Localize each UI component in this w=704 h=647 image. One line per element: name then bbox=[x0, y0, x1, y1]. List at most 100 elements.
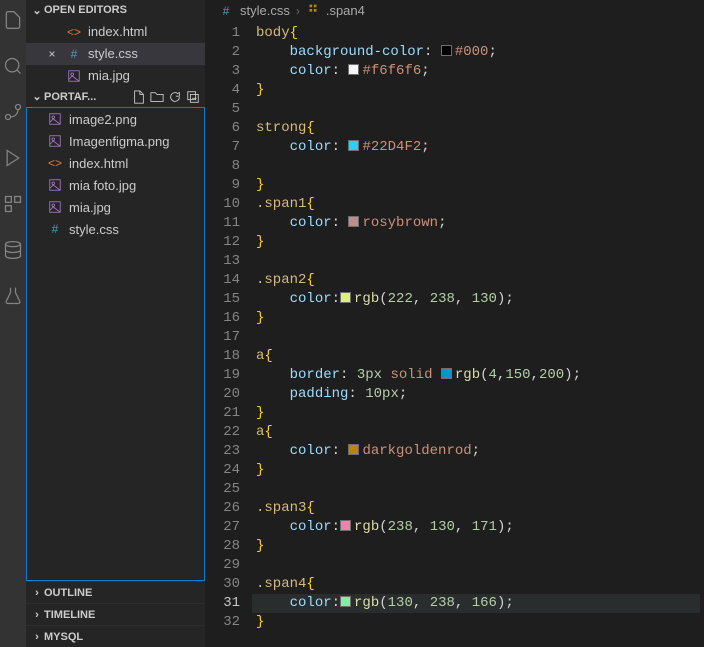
line-number: 21 bbox=[206, 404, 240, 423]
line-number: 13 bbox=[206, 252, 240, 271]
image-file-icon bbox=[47, 133, 63, 149]
file-item[interactable]: mia foto.jpg bbox=[27, 174, 204, 196]
line-number: 29 bbox=[206, 556, 240, 575]
open-editors-label: OPEN EDITORS bbox=[44, 4, 127, 16]
folder-name: PORTAF... bbox=[44, 91, 131, 103]
line-number: 22 bbox=[206, 423, 240, 442]
refresh-icon[interactable] bbox=[167, 89, 183, 105]
open-editors-header[interactable]: ⌄ OPEN EDITORS bbox=[26, 0, 205, 21]
file-name: Imagenfigma.png bbox=[69, 134, 169, 149]
image-file-icon bbox=[47, 111, 63, 127]
chevron-right-icon: › bbox=[30, 631, 44, 643]
new-file-icon[interactable] bbox=[131, 89, 147, 105]
file-item[interactable]: image2.png bbox=[27, 108, 204, 130]
open-editor-item[interactable]: ×#style.css bbox=[26, 43, 205, 65]
line-number: 7 bbox=[206, 138, 240, 157]
sidebar-bottom: › OUTLINE › TIMELINE › MYSQL bbox=[26, 581, 205, 647]
mysql-header[interactable]: › MYSQL bbox=[26, 625, 205, 647]
code-line: } bbox=[256, 537, 704, 556]
file-item[interactable]: mia.jpg bbox=[27, 196, 204, 218]
database-icon[interactable] bbox=[1, 238, 25, 262]
collapse-all-icon[interactable] bbox=[185, 89, 201, 105]
search-icon[interactable] bbox=[1, 54, 25, 78]
breadcrumb-file: style.css bbox=[240, 3, 290, 18]
open-editor-item[interactable]: <>index.html bbox=[26, 21, 205, 43]
image-file-icon bbox=[66, 68, 82, 84]
editor-area: # style.css › .span4 1234567891011121314… bbox=[206, 0, 704, 647]
source-control-icon[interactable] bbox=[1, 100, 25, 124]
code-line: background-color: #000; bbox=[256, 43, 704, 62]
line-number: 30 bbox=[206, 575, 240, 594]
line-number: 16 bbox=[206, 309, 240, 328]
mysql-label: MYSQL bbox=[44, 631, 83, 643]
chevron-right-icon: › bbox=[30, 587, 44, 599]
code-line: body{ bbox=[256, 24, 704, 43]
file-name: image2.png bbox=[69, 112, 137, 127]
code-editor[interactable]: 1234567891011121314151617181920212223242… bbox=[206, 22, 704, 647]
extensions-icon[interactable] bbox=[1, 192, 25, 216]
code-line: } bbox=[256, 176, 704, 195]
open-editors-list: <>index.html×#style.cssmia.jpg bbox=[26, 21, 205, 87]
code-line: .span3{ bbox=[256, 499, 704, 518]
code-line: .span1{ bbox=[256, 195, 704, 214]
line-number: 23 bbox=[206, 442, 240, 461]
line-gutter: 1234567891011121314151617181920212223242… bbox=[206, 22, 256, 647]
css-file-icon: # bbox=[66, 46, 82, 62]
code-line: } bbox=[256, 613, 704, 632]
outline-header[interactable]: › OUTLINE bbox=[26, 581, 205, 603]
line-number: 24 bbox=[206, 461, 240, 480]
code-line: a{ bbox=[256, 423, 704, 442]
file-name: mia foto.jpg bbox=[69, 178, 136, 193]
outline-label: OUTLINE bbox=[44, 587, 92, 599]
new-folder-icon[interactable] bbox=[149, 89, 165, 105]
line-number: 27 bbox=[206, 518, 240, 537]
file-tree: image2.png Imagenfigma.png <>index.html mia… bbox=[26, 107, 205, 581]
line-number: 9 bbox=[206, 176, 240, 195]
code-line: color: #22D4F2; bbox=[256, 138, 704, 157]
line-number: 28 bbox=[206, 537, 240, 556]
open-editor-item[interactable]: mia.jpg bbox=[26, 65, 205, 87]
file-item[interactable]: <>index.html bbox=[27, 152, 204, 174]
code-line: color: rosybrown; bbox=[256, 214, 704, 233]
code-line: .span2{ bbox=[256, 271, 704, 290]
line-number: 5 bbox=[206, 100, 240, 119]
image-file-icon bbox=[47, 199, 63, 215]
line-number: 2 bbox=[206, 43, 240, 62]
close-icon[interactable]: × bbox=[44, 47, 60, 61]
file-item[interactable]: Imagenfigma.png bbox=[27, 130, 204, 152]
timeline-header[interactable]: › TIMELINE bbox=[26, 603, 205, 625]
css-file-icon: # bbox=[218, 3, 234, 19]
code-line: } bbox=[256, 233, 704, 252]
code-line: strong{ bbox=[256, 119, 704, 138]
file-name: style.css bbox=[69, 222, 119, 237]
code-line bbox=[256, 252, 704, 271]
line-number: 12 bbox=[206, 233, 240, 252]
code-line: color:rgb(238, 130, 171); bbox=[256, 518, 704, 537]
line-number: 6 bbox=[206, 119, 240, 138]
code-line bbox=[256, 480, 704, 499]
line-number: 14 bbox=[206, 271, 240, 290]
run-debug-icon[interactable] bbox=[1, 146, 25, 170]
line-number: 11 bbox=[206, 214, 240, 233]
code-content[interactable]: body{ background-color: #000; color: #f6… bbox=[256, 22, 704, 647]
testing-icon[interactable] bbox=[1, 284, 25, 308]
html-file-icon: <> bbox=[66, 24, 82, 40]
line-number: 1 bbox=[206, 24, 240, 43]
code-line: color:rgb(222, 238, 130); bbox=[256, 290, 704, 309]
chevron-right-icon: › bbox=[30, 609, 44, 621]
file-name: mia.jpg bbox=[88, 68, 130, 83]
code-line: border: 3px solid rgb(4,150,200); bbox=[256, 366, 704, 385]
breadcrumb[interactable]: # style.css › .span4 bbox=[206, 0, 704, 22]
line-number: 10 bbox=[206, 195, 240, 214]
folder-header[interactable]: ⌄ PORTAF... bbox=[26, 87, 205, 108]
code-line: .span4{ bbox=[256, 575, 704, 594]
code-line bbox=[256, 328, 704, 347]
file-item[interactable]: #style.css bbox=[27, 218, 204, 240]
line-number: 19 bbox=[206, 366, 240, 385]
line-number: 3 bbox=[206, 62, 240, 81]
code-line: } bbox=[256, 404, 704, 423]
line-number: 26 bbox=[206, 499, 240, 518]
code-line: color: #f6f6f6; bbox=[256, 62, 704, 81]
line-number: 4 bbox=[206, 81, 240, 100]
explorer-icon[interactable] bbox=[1, 8, 25, 32]
